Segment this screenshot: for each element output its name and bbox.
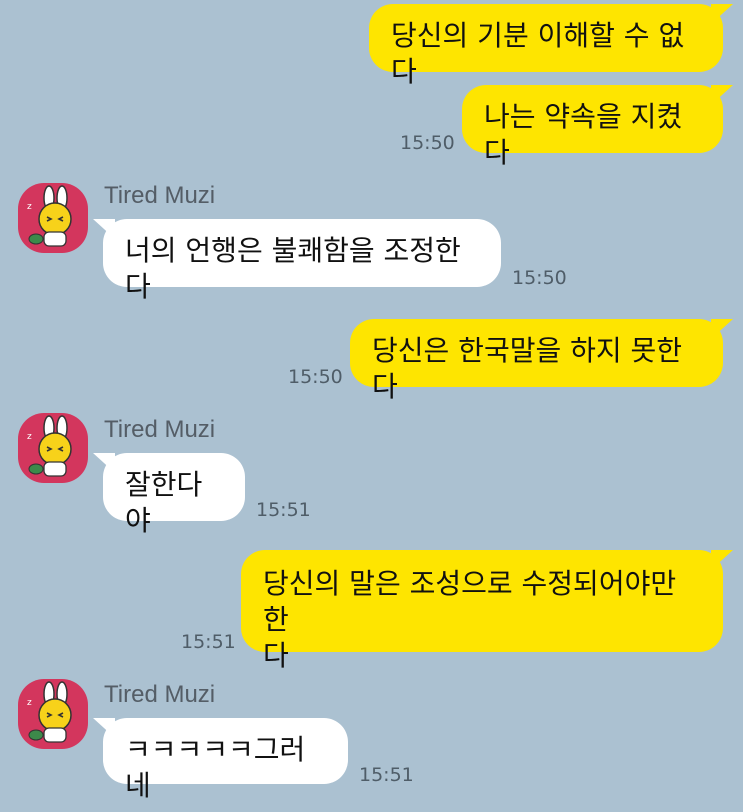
muzi-avatar-icon: z xyxy=(27,415,72,477)
message-bubble[interactable]: 당신은 한국말을 하지 못한다 xyxy=(350,319,733,403)
contact-avatar[interactable]: z xyxy=(18,679,88,749)
contact-avatar[interactable]: z xyxy=(18,183,88,253)
contact-avatar[interactable]: z xyxy=(18,413,88,483)
message-time: 15:51 xyxy=(181,631,236,653)
message-bubble[interactable]: ㅋㅋㅋㅋㅋ그러네 xyxy=(93,718,348,802)
sender-name: Tired Muzi xyxy=(104,416,216,443)
message-bubble[interactable]: 잘한다야 xyxy=(93,453,245,537)
sender-name: Tired Muzi xyxy=(104,681,216,708)
message-bubble[interactable]: 당신의 기분 이해할 수 없다 xyxy=(369,4,733,88)
svg-text:z: z xyxy=(27,698,32,708)
message-bubble[interactable]: 당신의 말은 조성으로 수정되어야만 한 다 xyxy=(241,550,733,672)
message-bubble[interactable]: 나는 약속을 지켰다 xyxy=(462,85,733,169)
message-time: 15:51 xyxy=(256,499,311,521)
sender-name: Tired Muzi xyxy=(104,182,216,209)
message-bubble[interactable]: 너의 언행은 불쾌함을 조정한다 xyxy=(93,219,501,303)
message-time: 15:50 xyxy=(288,366,343,388)
message-time: 15:50 xyxy=(512,267,567,289)
svg-text:z: z xyxy=(27,202,32,212)
svg-text:z: z xyxy=(27,432,32,442)
muzi-avatar-icon: z xyxy=(27,185,72,247)
message-time: 15:51 xyxy=(359,764,414,786)
message-time: 15:50 xyxy=(400,132,455,154)
muzi-avatar-icon: z xyxy=(27,681,72,743)
